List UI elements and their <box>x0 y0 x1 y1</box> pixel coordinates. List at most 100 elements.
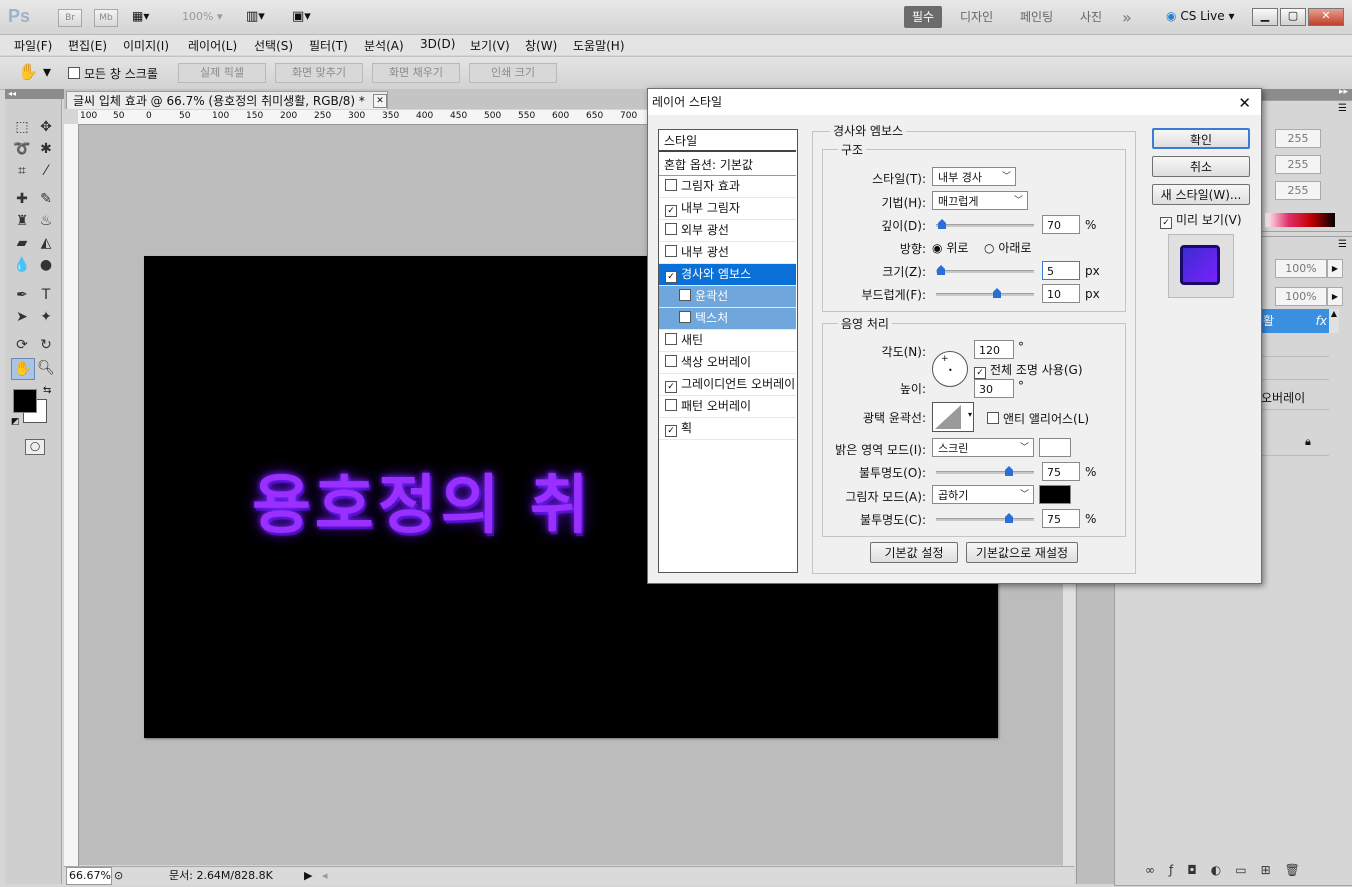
foreground-color-swatch[interactable] <box>13 389 37 413</box>
style-list-item[interactable]: 패턴 오버레이 <box>659 396 796 418</box>
layer-fx-icon[interactable]: fx <box>1316 309 1327 333</box>
hand-tool-icon[interactable]: ✋ <box>11 358 35 380</box>
path-selection-icon[interactable]: ➤ <box>11 307 33 327</box>
checkbox-box[interactable] <box>679 311 691 323</box>
bridge-button[interactable]: Br <box>58 9 82 27</box>
style-list-item[interactable]: ✓ 획 <box>659 418 796 440</box>
soften-input[interactable]: 10 <box>1042 284 1080 303</box>
close-app-button[interactable]: ✕ <box>1308 8 1344 26</box>
opacity-arrow-icon[interactable]: ▶ <box>1327 259 1343 278</box>
color-value-field[interactable]: 255 <box>1275 155 1321 174</box>
menu-filter[interactable]: 필터(T) <box>309 37 348 54</box>
menu-analysis[interactable]: 분석(A) <box>364 37 404 54</box>
menu-edit[interactable]: 편집(E) <box>68 37 107 54</box>
checkbox-checked-icon[interactable]: ✓ <box>665 271 677 283</box>
style-list-item[interactable]: 외부 광선 <box>659 220 796 242</box>
direction-up-radio[interactable]: ◉ 위로 <box>932 239 968 256</box>
3d-orbit-icon[interactable]: ↻ <box>35 335 57 355</box>
gloss-contour-picker[interactable]: ▾ <box>932 402 974 432</box>
healing-brush-icon[interactable]: ✚ <box>11 189 33 209</box>
checkbox-box[interactable] <box>665 355 677 367</box>
preview-checkbox[interactable]: ✓ 미리 보기(V) <box>1160 211 1242 229</box>
3d-rotate-icon[interactable]: ⟳ <box>11 335 33 355</box>
dodge-tool-icon[interactable]: ● <box>35 255 57 275</box>
close-document-icon[interactable]: ✕ <box>373 94 387 108</box>
blending-options-item[interactable]: 혼합 옵션: 기본값 <box>659 155 796 176</box>
style-list-item[interactable]: 내부 광선 <box>659 242 796 264</box>
depth-slider-track[interactable] <box>936 224 1034 227</box>
menu-layer[interactable]: 레이어(L) <box>188 37 237 54</box>
shadow-opacity-track[interactable] <box>936 518 1034 521</box>
angle-input[interactable]: 120 <box>974 340 1014 359</box>
arrange-documents-dropdown[interactable]: ▥▾ <box>246 9 280 24</box>
checkbox-box[interactable] <box>665 333 677 345</box>
swap-colors-icon[interactable]: ⇆ <box>43 385 51 396</box>
angle-dial[interactable]: • + <box>932 351 968 387</box>
background-layer-row[interactable]: 🔒︎ <box>1261 433 1329 456</box>
style-list-item[interactable]: ✓ 그레이디언트 오버레이 <box>659 374 796 396</box>
fill-arrow-icon[interactable]: ▶ <box>1327 287 1343 306</box>
cs-live-menu[interactable]: ◉ CS Live ▾ <box>1166 9 1234 23</box>
style-list-item[interactable]: ✓ 경사와 엠보스 <box>659 264 796 286</box>
pen-tool-icon[interactable]: ✒ <box>11 285 33 305</box>
adjustment-layer-icon[interactable]: ◐ <box>1211 863 1235 877</box>
menu-view[interactable]: 보기(V) <box>470 37 510 54</box>
style-list-item[interactable]: 새틴 <box>659 330 796 352</box>
zoom-status-field[interactable]: 66.67% <box>66 867 112 885</box>
checkbox-box[interactable] <box>665 223 677 235</box>
document-tab[interactable]: 글씨 입체 효과 @ 66.7% (용호정의 취미생활, RGB/8) * <box>66 91 388 109</box>
workspace-tab-essentials[interactable]: 필수 <box>904 6 943 28</box>
checkbox-box[interactable] <box>665 399 677 411</box>
lasso-tool-icon[interactable]: ➰ <box>11 139 33 159</box>
menu-3d[interactable]: 3D(D) <box>420 37 455 51</box>
checkbox-box[interactable] <box>665 245 677 257</box>
type-tool-icon[interactable]: T <box>35 285 57 305</box>
make-default-button[interactable]: 기본값 설정 <box>870 542 958 563</box>
altitude-input[interactable]: 30 <box>974 379 1014 398</box>
panel-menu-icon[interactable]: ☰ <box>1338 239 1347 250</box>
history-brush-icon[interactable]: ♨ <box>35 211 57 231</box>
blur-tool-icon[interactable]: 💧 <box>11 255 33 275</box>
new-style-button[interactable]: 새 스타일(W)... <box>1152 184 1250 205</box>
zoom-level-dropdown[interactable]: 100% ▾ <box>182 10 232 23</box>
size-slider-track[interactable] <box>936 270 1034 273</box>
crop-tool-icon[interactable]: ⌗ <box>11 161 33 181</box>
marquee-tool-icon[interactable]: ⬚ <box>11 117 33 137</box>
opacity-field[interactable]: 100% <box>1275 259 1327 278</box>
style-list-item[interactable]: 색상 오버레이 <box>659 352 796 374</box>
print-size-button[interactable]: 인쇄 크기 <box>469 63 557 83</box>
custom-shape-icon[interactable]: ✦ <box>35 307 57 327</box>
add-mask-icon[interactable]: ◘ <box>1187 863 1211 877</box>
styles-header[interactable]: 스타일 <box>659 130 796 152</box>
global-light-checkbox[interactable]: ✓ 전체 조명 사용(G) <box>974 361 1083 379</box>
highlight-opacity-input[interactable]: 75 <box>1042 462 1080 481</box>
soften-slider-track[interactable] <box>936 293 1034 296</box>
menu-image[interactable]: 이미지(I) <box>123 37 169 54</box>
menu-file[interactable]: 파일(F) <box>14 37 52 54</box>
workspace-tab-painting[interactable]: 페인팅 <box>1012 6 1061 28</box>
zoom-tool-icon[interactable]: 🔍︎ <box>35 358 57 378</box>
checkbox-checked-icon[interactable]: ✓ <box>665 205 677 217</box>
reset-default-button[interactable]: 기본값으로 재설정 <box>966 542 1078 563</box>
paint-bucket-icon[interactable]: ◭ <box>35 233 57 253</box>
ok-button[interactable]: 확인 <box>1152 128 1250 149</box>
fit-screen-button[interactable]: 화면 맞추기 <box>275 63 363 83</box>
minimize-button[interactable]: ▁ <box>1252 8 1278 26</box>
style-list-item[interactable]: ✓ 내부 그림자 <box>659 198 796 220</box>
bevel-style-select[interactable]: 내부 경사 ﹀ <box>932 167 1016 186</box>
menu-help[interactable]: 도움말(H) <box>573 37 625 54</box>
magic-wand-tool-icon[interactable]: ✱ <box>35 139 57 159</box>
depth-input[interactable]: 70 <box>1042 215 1080 234</box>
workspace-tab-photography[interactable]: 사진 <box>1072 6 1110 28</box>
highlight-mode-select[interactable]: 스크린 ﹀ <box>932 438 1034 457</box>
eraser-tool-icon[interactable]: ▰ <box>11 233 33 253</box>
technique-select[interactable]: 매끄럽게 ﹀ <box>932 191 1028 210</box>
default-colors-icon[interactable]: ◩ <box>11 417 20 427</box>
link-layers-icon[interactable]: ∞ <box>1145 863 1169 877</box>
fill-field[interactable]: 100% <box>1275 287 1327 306</box>
style-list-item[interactable]: 그림자 효과 <box>659 176 796 198</box>
highlight-opacity-track[interactable] <box>936 471 1034 474</box>
anti-alias-checkbox[interactable]: 앤티 앨리어스(L) <box>987 410 1089 427</box>
checkbox-box[interactable] <box>665 179 677 191</box>
eyedropper-tool-icon[interactable]: ⁄ <box>35 161 57 181</box>
